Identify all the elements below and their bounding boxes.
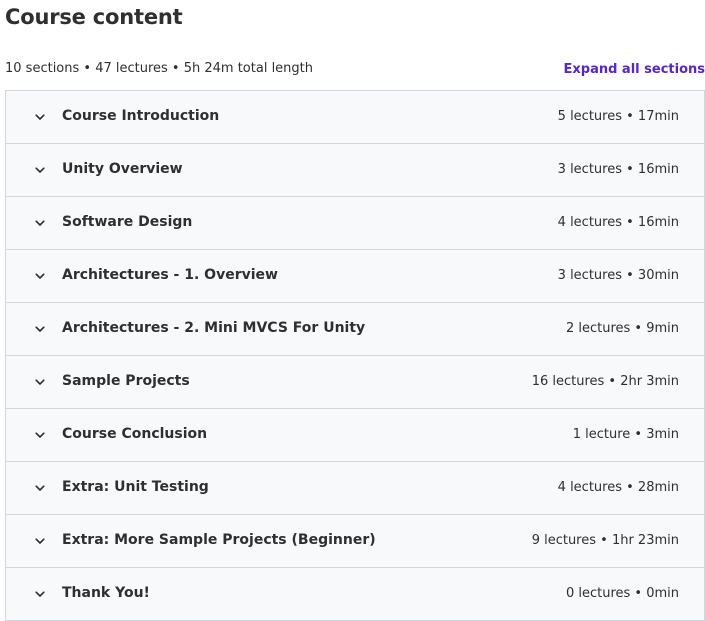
section-header-4[interactable]: Architectures - 1. Overview 3 lectures •… (6, 250, 704, 303)
section-title: Unity Overview (62, 161, 183, 177)
chevron-down-icon (34, 482, 46, 494)
chevron-down-icon (34, 588, 46, 600)
section-meta: 16 lectures • 2hr 3min (531, 374, 679, 389)
section-meta: 1 lecture • 3min (572, 427, 679, 442)
chevron-down-icon (34, 270, 46, 282)
section-header-7[interactable]: Course Conclusion 1 lecture • 3min (6, 409, 704, 462)
section-title: Extra: Unit Testing (62, 479, 209, 495)
section-meta: 3 lectures • 30min (557, 268, 679, 283)
section-title: Software Design (62, 214, 193, 230)
chevron-down-icon (34, 217, 46, 229)
section-meta: 4 lectures • 28min (557, 480, 679, 495)
section-header-10[interactable]: Thank You! 0 lectures • 0min (6, 568, 704, 621)
chevron-down-icon (34, 111, 46, 123)
course-summary-text: 10 sections • 47 lectures • 5h 24m total… (5, 61, 314, 76)
section-meta: 0 lectures • 0min (565, 586, 679, 601)
chevron-down-icon (34, 429, 46, 441)
section-header-8[interactable]: Extra: Unit Testing 4 lectures • 28min (6, 462, 704, 515)
content-summary-bar: 10 sections • 47 lectures • 5h 24m total… (5, 61, 705, 79)
expand-all-sections-button[interactable]: Expand all sections (564, 62, 705, 77)
section-header-9[interactable]: Extra: More Sample Projects (Beginner) 9… (6, 515, 704, 568)
section-title: Architectures - 2. Mini MVCS For Unity (62, 320, 366, 336)
chevron-down-icon (34, 535, 46, 547)
section-meta: 5 lectures • 17min (557, 109, 679, 124)
section-meta: 3 lectures • 16min (557, 162, 679, 177)
section-title: Thank You! (62, 585, 150, 601)
chevron-down-icon (34, 164, 46, 176)
section-title: Course Introduction (62, 108, 220, 124)
section-header-2[interactable]: Unity Overview 3 lectures • 16min (6, 144, 704, 197)
section-title: Course Conclusion (62, 426, 208, 442)
section-header-3[interactable]: Software Design 4 lectures • 16min (6, 197, 704, 250)
chevron-down-icon (34, 323, 46, 335)
section-meta: 2 lectures • 9min (565, 321, 679, 336)
section-header-5[interactable]: Architectures - 2. Mini MVCS For Unity 2… (6, 303, 704, 356)
section-title: Sample Projects (62, 373, 190, 389)
section-list: Course Introduction 5 lectures • 17min U… (5, 90, 705, 621)
section-title: Extra: More Sample Projects (Beginner) (62, 532, 376, 548)
section-title: Architectures - 1. Overview (62, 267, 278, 283)
page-title: Course content (5, 5, 183, 29)
section-meta: 4 lectures • 16min (557, 215, 679, 230)
section-header-1[interactable]: Course Introduction 5 lectures • 17min (6, 91, 704, 144)
chevron-down-icon (34, 376, 46, 388)
section-header-6[interactable]: Sample Projects 16 lectures • 2hr 3min (6, 356, 704, 409)
section-meta: 9 lectures • 1hr 23min (531, 533, 679, 548)
